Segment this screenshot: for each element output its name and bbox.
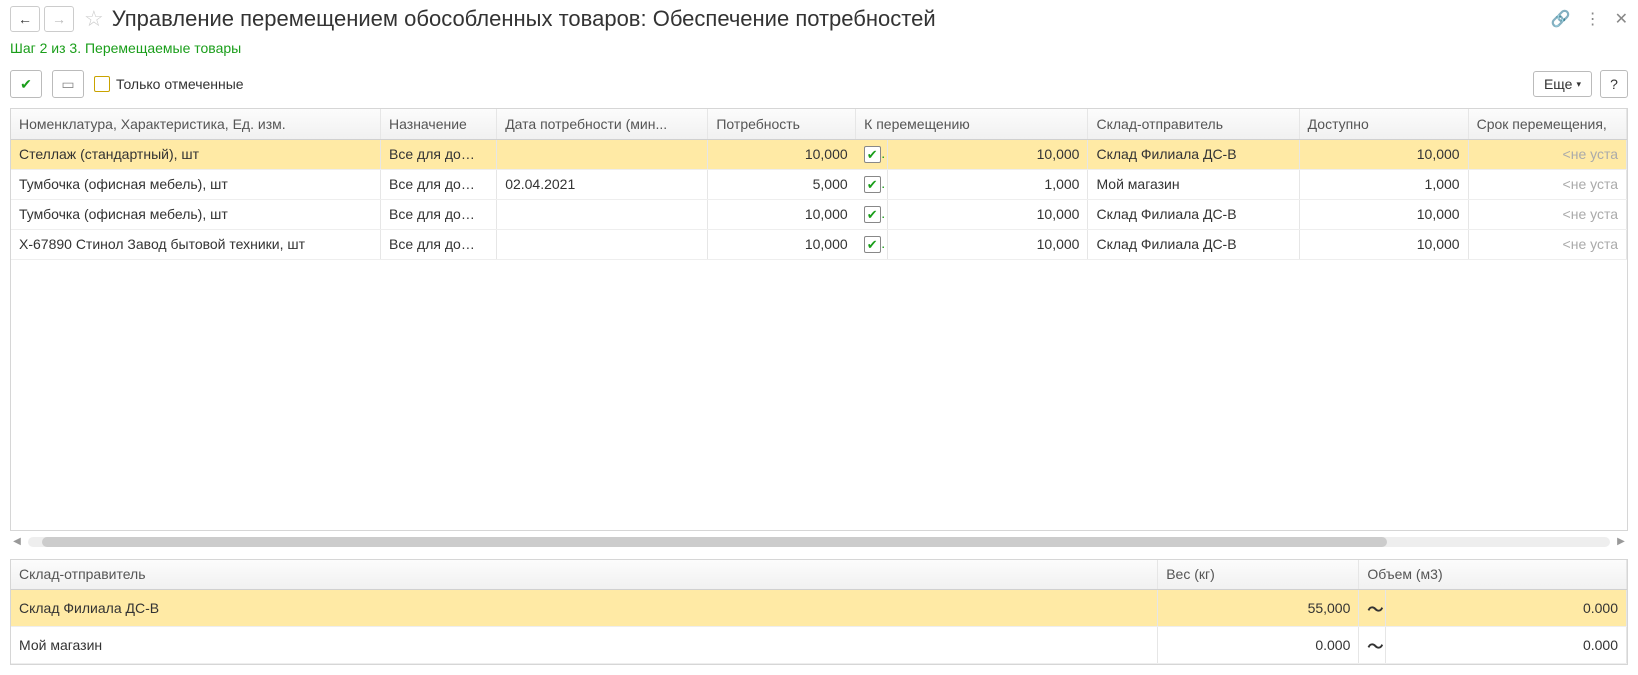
scroll-track[interactable]: [28, 537, 1610, 547]
page-title: Управление перемещением обособленных тов…: [112, 6, 1551, 32]
cell-move-term[interactable]: <не уста: [1468, 139, 1626, 169]
link-icon[interactable]: 🔗: [1551, 9, 1571, 29]
table-row[interactable]: Х-67890 Стинол Завод бытовой техники, шт…: [11, 229, 1627, 259]
cell-sender-warehouse[interactable]: Склад Филиала ДС-В: [1088, 139, 1299, 169]
col-sender-warehouse-summary[interactable]: Склад-отправитель: [11, 560, 1158, 590]
col-need-date[interactable]: Дата потребности (мин...: [497, 109, 708, 139]
check-all-button[interactable]: ✔: [10, 70, 42, 98]
col-move-term[interactable]: Срок перемещения,: [1468, 109, 1626, 139]
cell-move-check[interactable]: ✔: [856, 199, 888, 229]
cell-move-check[interactable]: ✔: [856, 139, 888, 169]
only-marked-label: Только отмеченные: [116, 76, 244, 92]
step-indicator: Шаг 2 из 3. Перемещаемые товары: [0, 36, 1638, 66]
summary-grid-header: Склад-отправитель Вес (кг) Объем (м3): [11, 560, 1627, 590]
favorite-star-icon[interactable]: ☆: [84, 6, 104, 32]
table-row[interactable]: Мой магазин0.000〜0.000: [11, 627, 1627, 664]
col-to-move[interactable]: К перемещению: [856, 109, 1088, 139]
scroll-thumb[interactable]: [42, 537, 1387, 547]
cell-move-term[interactable]: <не уста: [1468, 169, 1626, 199]
checkmark-icon: ✔: [864, 176, 881, 193]
items-grid-header: Номенклатура, Характеристика, Ед. изм. Н…: [11, 109, 1627, 139]
cell-nomenclature[interactable]: Тумбочка (офисная мебель), шт: [11, 169, 381, 199]
cell-sender-warehouse[interactable]: Склад Филиала ДС-В: [1088, 229, 1299, 259]
checkmark-icon: ✔: [864, 146, 881, 163]
table-row[interactable]: Стеллаж (стандартный), штВсе для до… 10,0…: [11, 139, 1627, 169]
cell-need-date[interactable]: [497, 199, 708, 229]
cell-purpose[interactable]: Все для до…: [381, 169, 497, 199]
more-button[interactable]: Еще ▾: [1533, 71, 1592, 97]
help-button[interactable]: ?: [1600, 70, 1628, 98]
cell-move-check[interactable]: ✔: [856, 169, 888, 199]
kebab-icon[interactable]: ⋮: [1585, 9, 1601, 29]
table-row[interactable]: Тумбочка (офисная мебель), штВсе для до……: [11, 169, 1627, 199]
cell-to-move-qty[interactable]: 10,000: [887, 139, 1088, 169]
scroll-left-icon[interactable]: ◀: [10, 535, 24, 549]
col-weight[interactable]: Вес (кг): [1158, 560, 1359, 590]
cell-need-qty[interactable]: 10,000: [708, 139, 856, 169]
cell-need-date[interactable]: 02.04.2021: [497, 169, 708, 199]
cell-need-qty[interactable]: 5,000: [708, 169, 856, 199]
cell-tilde: 〜: [1359, 590, 1385, 627]
summary-grid[interactable]: Склад-отправитель Вес (кг) Объем (м3) Ск…: [10, 559, 1628, 666]
close-icon[interactable]: ✕: [1615, 9, 1628, 29]
cell-sender-warehouse[interactable]: Склад Филиала ДС-В: [1088, 199, 1299, 229]
cell-need-qty[interactable]: 10,000: [708, 199, 856, 229]
cell-to-move-qty[interactable]: 10,000: [887, 229, 1088, 259]
col-need-qty[interactable]: Потребность: [708, 109, 856, 139]
cell-move-term[interactable]: <не уста: [1468, 199, 1626, 229]
cell-nomenclature[interactable]: Тумбочка (офисная мебель), шт: [11, 199, 381, 229]
cell-weight[interactable]: 0.000: [1158, 627, 1359, 664]
cell-available[interactable]: 1,000: [1299, 169, 1468, 199]
cell-need-date[interactable]: [497, 229, 708, 259]
col-sender-warehouse[interactable]: Склад-отправитель: [1088, 109, 1299, 139]
chevron-down-icon: ▾: [1576, 79, 1581, 90]
col-purpose[interactable]: Назначение: [381, 109, 497, 139]
cell-move-check[interactable]: ✔: [856, 229, 888, 259]
grid-empty-area: [11, 260, 1627, 530]
cell-volume[interactable]: 0.000: [1385, 590, 1626, 627]
cell-available[interactable]: 10,000: [1299, 229, 1468, 259]
cell-purpose[interactable]: Все для до…: [381, 199, 497, 229]
cell-tilde: 〜: [1359, 627, 1385, 664]
cell-volume[interactable]: 0.000: [1385, 627, 1626, 664]
table-row[interactable]: Тумбочка (офисная мебель), штВсе для до……: [11, 199, 1627, 229]
scroll-right-icon[interactable]: ▶: [1614, 535, 1628, 549]
checkmark-icon: ✔: [864, 206, 881, 223]
cell-warehouse[interactable]: Мой магазин: [11, 627, 1158, 664]
more-label: Еще: [1544, 76, 1573, 92]
nav-forward-button[interactable]: →: [44, 6, 74, 32]
cell-need-qty[interactable]: 10,000: [708, 229, 856, 259]
checkmark-icon: ✔: [864, 236, 881, 253]
cell-weight[interactable]: 55,000: [1158, 590, 1359, 627]
cell-available[interactable]: 10,000: [1299, 139, 1468, 169]
uncheck-all-button[interactable]: ▭: [52, 70, 84, 98]
table-row[interactable]: Склад Филиала ДС-В55,000〜0.000: [11, 590, 1627, 627]
cell-to-move-qty[interactable]: 10,000: [887, 199, 1088, 229]
cell-to-move-qty[interactable]: 1,000: [887, 169, 1088, 199]
items-grid[interactable]: Номенклатура, Характеристика, Ед. изм. Н…: [10, 108, 1628, 531]
cell-nomenclature[interactable]: Х-67890 Стинол Завод бытовой техники, шт: [11, 229, 381, 259]
checkbox-icon: [94, 76, 110, 92]
col-volume[interactable]: Объем (м3): [1359, 560, 1627, 590]
cell-nomenclature[interactable]: Стеллаж (стандартный), шт: [11, 139, 381, 169]
cell-available[interactable]: 10,000: [1299, 199, 1468, 229]
cell-warehouse[interactable]: Склад Филиала ДС-В: [11, 590, 1158, 627]
only-marked-checkbox[interactable]: Только отмеченные: [94, 76, 244, 92]
cell-sender-warehouse[interactable]: Мой магазин: [1088, 169, 1299, 199]
horizontal-scrollbar[interactable]: ◀ ▶: [10, 535, 1628, 549]
nav-back-button[interactable]: ←: [10, 6, 40, 32]
col-nomenclature[interactable]: Номенклатура, Характеристика, Ед. изм.: [11, 109, 381, 139]
col-available[interactable]: Доступно: [1299, 109, 1468, 139]
cell-need-date[interactable]: [497, 139, 708, 169]
cell-purpose[interactable]: Все для до…: [381, 229, 497, 259]
cell-purpose[interactable]: Все для до…: [381, 139, 497, 169]
cell-move-term[interactable]: <не уста: [1468, 229, 1626, 259]
